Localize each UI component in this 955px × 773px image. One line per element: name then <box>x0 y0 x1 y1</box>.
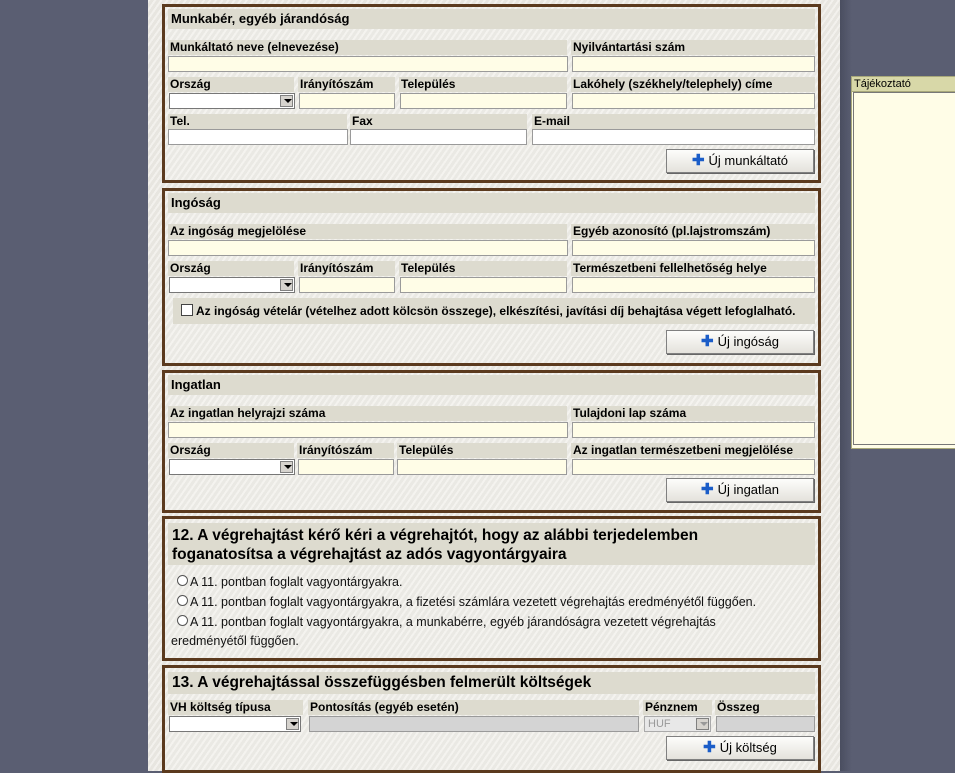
movable-lien-label: Az ingóság vételár (vételhez adott kölcs… <box>196 304 796 318</box>
amount-label: Összeg <box>715 700 815 715</box>
scope-option-3-label-line1: A 11. pontban foglalt vagyontárgyakra, a… <box>190 615 716 629</box>
scope-option-3-label-line2: eredményétől függően. <box>171 634 299 648</box>
add-cost-button-label: Új költség <box>719 740 777 755</box>
movable-location-input[interactable] <box>572 277 815 293</box>
employer-country-select[interactable] <box>169 93 295 109</box>
employer-zip-input[interactable] <box>299 93 395 109</box>
employer-address-label: Lakóhely (székhely/telephely) címe <box>571 77 815 92</box>
scope-option-3-radio[interactable] <box>177 615 188 626</box>
currency-label: Pénznem <box>643 700 712 715</box>
movable-other-id-label: Egyéb azonosító (pl.lajstromszám) <box>571 224 815 239</box>
add-cost-button[interactable]: ✚ Új költség <box>666 736 814 760</box>
realestate-country-label: Ország <box>168 443 294 458</box>
employer-zip-label: Irányítószám <box>298 77 395 92</box>
enforcement-scope-title-line1: 12. A végrehajtást kérő kéri a végrehajt… <box>172 527 699 544</box>
cost-type-label: VH költség típusa <box>168 700 303 715</box>
fax-label: Fax <box>350 114 527 129</box>
tel-label: Tel. <box>168 114 347 129</box>
realestate-zip-label: Irányítószám <box>297 443 394 458</box>
scope-option-1-label: A 11. pontban foglalt vagyontárgyakra. <box>190 575 403 589</box>
info-panel: Tájékoztató <box>851 76 955 449</box>
currency-select[interactable]: HUF <box>644 716 711 732</box>
realestate-natural-input[interactable] <box>572 459 815 475</box>
movable-lien-row: Az ingóság vételár (vételhez adott kölcs… <box>173 298 815 324</box>
movable-city-label: Település <box>399 261 567 276</box>
specification-label: Pontosítás (egyéb esetén) <box>308 700 639 715</box>
scope-option-1-radio[interactable] <box>177 575 188 586</box>
tel-input[interactable] <box>168 129 348 145</box>
employer-city-input[interactable] <box>400 93 567 109</box>
movable-section-title: Ingóság <box>168 193 815 213</box>
movable-zip-input[interactable] <box>299 277 395 293</box>
movable-country-label: Ország <box>168 261 294 276</box>
parcel-number-input[interactable] <box>168 422 568 438</box>
scope-option-2-label: A 11. pontban foglalt vagyontárgyakra, a… <box>190 595 757 609</box>
employer-section-title: Munkabér, egyéb járandóság <box>168 9 815 29</box>
plus-icon: ✚ <box>700 333 714 350</box>
plus-icon: ✚ <box>700 481 714 498</box>
scope-option-2-radio[interactable] <box>177 595 188 606</box>
employer-name-input[interactable] <box>168 56 568 72</box>
add-movable-button-label: Új ingóság <box>717 334 779 349</box>
add-employer-button-label: Új munkáltató <box>708 153 789 168</box>
plus-icon: ✚ <box>703 739 716 756</box>
employer-section: Munkabér, egyéb járandóság Munkáltató ne… <box>162 4 821 183</box>
email-label: E-mail <box>532 114 815 129</box>
registry-number-input[interactable] <box>572 56 815 72</box>
movable-zip-label: Irányítószám <box>298 261 395 276</box>
deed-number-label: Tulajdoni lap száma <box>571 406 815 421</box>
realestate-section-title: Ingatlan <box>168 375 815 395</box>
parcel-number-label: Az ingatlan helyrajzi száma <box>168 406 567 421</box>
employer-city-label: Település <box>399 77 567 92</box>
specification-input[interactable] <box>309 716 639 732</box>
employer-country-label: Ország <box>168 77 294 92</box>
employer-address-input[interactable] <box>572 93 815 109</box>
movable-city-input[interactable] <box>400 277 567 293</box>
movable-designation-input[interactable] <box>168 240 568 256</box>
movable-lien-checkbox[interactable] <box>181 304 193 316</box>
chevron-down-icon <box>286 718 299 730</box>
chevron-down-icon <box>280 461 293 473</box>
realestate-zip-input[interactable] <box>298 459 394 475</box>
add-movable-button[interactable]: ✚ Új ingóság <box>666 330 814 354</box>
costs-section: 13. A végrehajtással összefüggésben felm… <box>162 665 821 773</box>
enforcement-scope-title-line2: foganatosítsa a végrehajtást az adós vag… <box>172 546 567 563</box>
chevron-down-icon <box>696 718 709 730</box>
deed-number-input[interactable] <box>572 422 815 438</box>
enforcement-scope-title: 12. A végrehajtást kérő kéri a végrehajt… <box>168 523 815 565</box>
movable-designation-label: Az ingóság megjelölése <box>168 224 567 239</box>
enforcement-scope-section: 12. A végrehajtást kérő kéri a végrehajt… <box>162 516 821 661</box>
info-panel-content <box>853 92 955 445</box>
realestate-country-select[interactable] <box>169 459 295 475</box>
amount-input[interactable] <box>716 716 815 732</box>
add-employer-button[interactable]: ✚ Új munkáltató <box>666 149 814 173</box>
scope-option-1[interactable]: A 11. pontban foglalt vagyontárgyakra. <box>177 573 810 592</box>
realestate-section: Ingatlan Az ingatlan helyrajzi száma Tul… <box>162 370 821 513</box>
email-input[interactable] <box>532 129 815 145</box>
realestate-natural-label: Az ingatlan természetbeni megjelölése <box>571 443 815 458</box>
info-panel-title: Tájékoztató <box>852 77 955 92</box>
movable-section: Ingóság Az ingóság megjelölése Egyéb azo… <box>162 188 821 366</box>
movable-other-id-input[interactable] <box>572 240 815 256</box>
fax-input[interactable] <box>350 129 527 145</box>
scope-option-3[interactable]: A 11. pontban foglalt vagyontárgyakra, a… <box>171 613 810 651</box>
scope-option-2[interactable]: A 11. pontban foglalt vagyontárgyakra, a… <box>177 593 810 612</box>
realestate-city-label: Település <box>397 443 567 458</box>
add-realestate-button-label: Új ingatlan <box>717 482 779 497</box>
add-realestate-button[interactable]: ✚ Új ingatlan <box>666 478 814 502</box>
movable-location-label: Természetbeni fellelhetőség helye <box>571 261 815 276</box>
plus-icon: ✚ <box>691 152 705 169</box>
employer-name-label: Munkáltató neve (elnevezése) <box>168 40 567 55</box>
registry-number-label: Nyilvántartási szám <box>571 40 815 55</box>
movable-country-select[interactable] <box>169 277 295 293</box>
chevron-down-icon <box>280 279 293 291</box>
realestate-city-input[interactable] <box>397 459 567 475</box>
chevron-down-icon <box>280 95 293 107</box>
cost-type-select[interactable] <box>169 716 301 732</box>
currency-select-value: HUF <box>648 718 671 730</box>
costs-section-title: 13. A végrehajtással összefüggésben felm… <box>168 672 815 694</box>
